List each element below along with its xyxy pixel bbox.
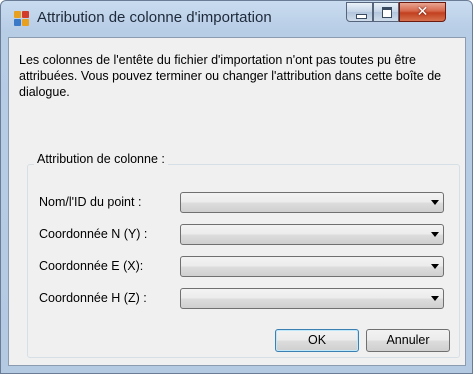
coord-e-label: Coordonnée E (X): bbox=[39, 259, 144, 273]
coord-h-combobox[interactable] bbox=[180, 288, 444, 309]
chevron-down-icon bbox=[431, 296, 439, 301]
maximize-button[interactable] bbox=[373, 2, 399, 22]
window-title: Attribution de colonne d'importation bbox=[37, 9, 272, 26]
ok-button[interactable]: OK bbox=[275, 329, 359, 352]
caption-buttons: ✕ bbox=[346, 2, 464, 23]
close-icon: ✕ bbox=[416, 4, 429, 20]
point-id-label: Nom/l'ID du point : bbox=[39, 195, 142, 209]
chevron-down-icon bbox=[431, 200, 439, 205]
app-icon bbox=[14, 11, 30, 27]
minimize-button[interactable] bbox=[346, 2, 373, 22]
coord-h-label: Coordonnée H (Z) : bbox=[39, 291, 147, 305]
coord-n-combobox[interactable] bbox=[180, 224, 444, 245]
dialog-client-area: Les colonnes de l'entête du fichier d'im… bbox=[8, 37, 466, 366]
point-id-combobox[interactable] bbox=[180, 192, 444, 213]
cancel-button[interactable]: Annuler bbox=[366, 329, 450, 352]
group-label: Attribution de colonne : bbox=[34, 152, 168, 166]
maximize-icon bbox=[382, 7, 392, 18]
chevron-down-icon bbox=[431, 232, 439, 237]
minimize-icon bbox=[356, 14, 367, 19]
coord-n-label: Coordonnée N (Y) : bbox=[39, 227, 148, 241]
close-button[interactable]: ✕ bbox=[399, 2, 446, 22]
title-bar[interactable]: Attribution de colonne d'importation ✕ bbox=[1, 1, 472, 35]
coord-e-combobox[interactable] bbox=[180, 256, 444, 277]
info-message: Les colonnes de l'entête du fichier d'im… bbox=[19, 53, 442, 99]
chevron-down-icon bbox=[431, 264, 439, 269]
dialog-window: Attribution de colonne d'importation ✕ L… bbox=[0, 0, 473, 374]
